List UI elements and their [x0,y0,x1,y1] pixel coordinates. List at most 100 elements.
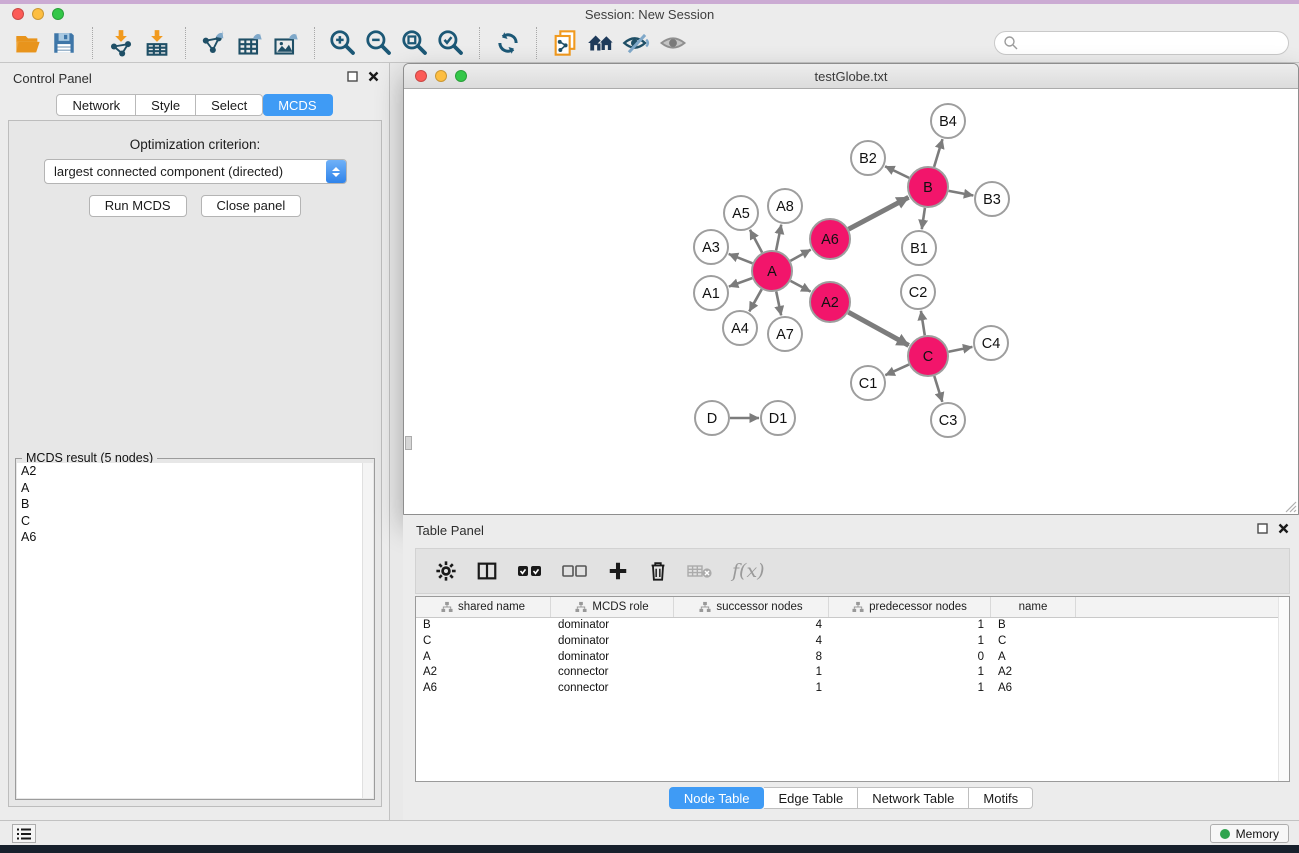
graph-edge[interactable] [922,208,925,229]
table-cell[interactable]: 1 [674,681,829,697]
tab-style[interactable]: Style [136,94,196,116]
graph-node[interactable]: A8 [768,189,802,223]
graph-node[interactable]: A5 [724,196,758,230]
graph-node[interactable]: A1 [694,276,728,310]
graph-node[interactable]: A3 [694,230,728,264]
window-resize-grip[interactable] [1283,499,1297,513]
graph-edge[interactable] [750,230,762,253]
import-table-icon[interactable] [139,27,175,59]
graph-node[interactable]: D [695,401,729,435]
close-panel-icon[interactable] [368,71,379,82]
table-cell[interactable]: dominator [551,618,674,634]
table-cell[interactable]: C [416,634,551,650]
table-row[interactable]: Bdominator41B [416,618,1289,634]
graph-node[interactable]: A6 [810,219,850,259]
graph-node[interactable]: B4 [931,104,965,138]
table-cell[interactable]: dominator [551,634,674,650]
table-cell[interactable]: A [416,650,551,666]
tab-mcds[interactable]: MCDS [263,94,332,116]
show-panels-eye-icon[interactable] [655,27,691,59]
graph-node[interactable]: A2 [810,282,850,322]
table-cell[interactable]: 1 [829,634,991,650]
column-header[interactable]: MCDS role [551,597,674,617]
graph-edge[interactable] [776,292,781,316]
column-header[interactable]: predecessor nodes [829,597,991,617]
close-panel-button[interactable]: Close panel [201,195,302,217]
column-header[interactable]: name [991,597,1076,617]
graph-edge[interactable] [921,311,925,335]
table-cell[interactable]: A2 [991,665,1076,681]
column-header[interactable]: successor nodes [674,597,829,617]
table-cell[interactable]: B [416,618,551,634]
graph-node[interactable]: C4 [974,326,1008,360]
hide-panels-eye-icon[interactable] [619,27,655,59]
graph-node[interactable]: B3 [975,182,1009,216]
table-cell[interactable]: dominator [551,650,674,666]
node-table[interactable]: shared nameMCDS rolesuccessor nodesprede… [415,596,1290,782]
graph-node[interactable]: A7 [768,317,802,351]
table-cell[interactable]: A6 [416,681,551,697]
export-image-icon[interactable] [268,27,304,59]
tab-select[interactable]: Select [196,94,263,116]
network-graph-canvas[interactable]: AA2A6BCA1A3A4A5A7A8B1B2B3B4C1C2C3C4DD1 [404,89,1298,514]
tab-network[interactable]: Network [56,94,136,116]
mcds-result-item[interactable]: C [17,513,373,530]
table-cell[interactable]: 4 [674,618,829,634]
table-row[interactable]: Cdominator41C [416,634,1289,650]
graph-node[interactable]: C3 [931,403,965,437]
graph-node[interactable]: C2 [901,275,935,309]
graph-edge[interactable] [885,166,909,178]
table-cell[interactable]: A2 [416,665,551,681]
mcds-result-list[interactable]: A2ABCA6 [17,463,373,798]
delete-table-icon[interactable] [687,562,713,580]
graph-edge[interactable] [749,289,761,311]
import-network-icon[interactable] [103,27,139,59]
close-panel-icon[interactable] [1278,523,1289,534]
graph-edge[interactable] [949,191,974,196]
table-cell[interactable]: B [991,618,1076,634]
function-builder-icon[interactable]: f(x) [732,560,765,582]
graph-edge[interactable] [885,365,909,376]
run-mcds-button[interactable]: Run MCDS [89,195,187,217]
graph-edge[interactable] [849,197,909,229]
zoom-out-icon[interactable] [361,27,397,59]
deselect-all-checkboxes-icon[interactable] [562,562,588,580]
graph-edge[interactable] [791,281,811,292]
save-icon[interactable] [46,27,82,59]
delete-column-trash-icon[interactable] [648,560,668,582]
zoom-selected-icon[interactable] [433,27,469,59]
tab-edge-table[interactable]: Edge Table [764,787,858,809]
open-folder-icon[interactable] [10,27,46,59]
graph-edge[interactable] [729,254,753,263]
graph-node[interactable]: A4 [723,311,757,345]
task-history-button[interactable] [12,824,36,843]
table-cell[interactable]: A [991,650,1076,666]
add-column-icon[interactable] [607,560,629,582]
table-cell[interactable]: connector [551,665,674,681]
table-cell[interactable]: 1 [674,665,829,681]
table-cell[interactable]: 1 [829,681,991,697]
graph-edge[interactable] [776,225,781,251]
search-input[interactable] [994,31,1289,55]
table-cell[interactable]: 0 [829,650,991,666]
graph-node[interactable]: C [908,336,948,376]
mcds-result-item[interactable]: A6 [17,529,373,546]
graph-edge[interactable] [949,347,973,352]
clone-network-icon[interactable] [547,27,583,59]
graph-node[interactable]: D1 [761,401,795,435]
tab-node-table[interactable]: Node Table [669,787,765,809]
tab-motifs[interactable]: Motifs [969,787,1033,809]
graph-node[interactable]: C1 [851,366,885,400]
graph-edge[interactable] [934,139,942,167]
float-panel-icon[interactable] [347,71,358,82]
table-row[interactable]: Adominator80A [416,650,1289,666]
graph-node[interactable]: B [908,167,948,207]
graph-edge[interactable] [729,278,752,286]
table-row[interactable]: A2connector11A2 [416,665,1289,681]
split-columns-icon[interactable] [476,560,498,582]
graph-edge[interactable] [848,312,908,345]
select-all-checkboxes-icon[interactable] [517,562,543,580]
table-row[interactable]: A6connector11A6 [416,681,1289,697]
home-icon[interactable] [583,27,619,59]
gear-icon[interactable] [435,560,457,582]
